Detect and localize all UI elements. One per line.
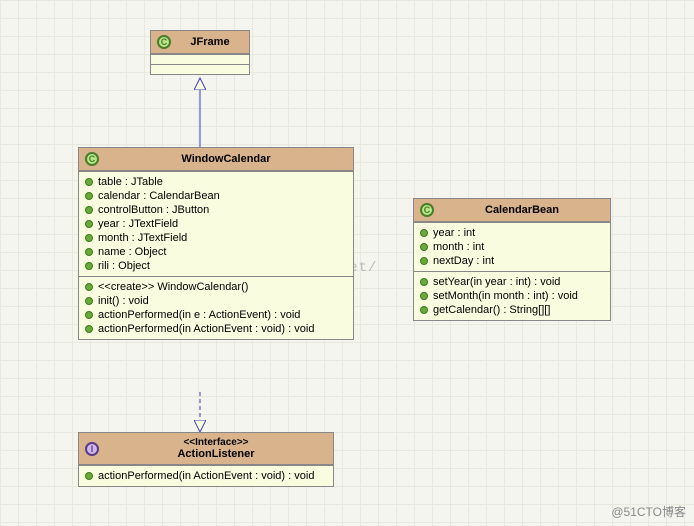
attribute-row: name : Object xyxy=(85,245,347,259)
visibility-icon xyxy=(85,325,93,333)
attr-text: calendar : CalendarBean xyxy=(98,190,220,202)
attributes-section: table : JTable calendar : CalendarBean c… xyxy=(79,171,353,276)
class-name: CalendarBean xyxy=(485,204,559,216)
operation-row: <<create>> WindowCalendar() xyxy=(85,280,347,294)
attr-text: month : JTextField xyxy=(98,232,187,244)
attr-text: rili : Object xyxy=(98,260,150,272)
op-text: setYear(in year : int) : void xyxy=(433,276,560,288)
class-calendarbean[interactable]: C CalendarBean year : int month : int ne… xyxy=(413,198,611,321)
operation-row: getCalendar() : String[][] xyxy=(420,303,604,317)
attribute-row: table : JTable xyxy=(85,175,347,189)
class-actionlistener[interactable]: I <<Interface>> ActionListener actionPer… xyxy=(78,432,334,487)
visibility-icon xyxy=(85,311,93,319)
operations-section xyxy=(151,64,249,74)
attribute-row: month : JTextField xyxy=(85,231,347,245)
visibility-icon xyxy=(85,206,93,214)
visibility-icon xyxy=(85,297,93,305)
attr-text: controlButton : JButton xyxy=(98,204,209,216)
operation-row: actionPerformed(in ActionEvent : void) :… xyxy=(85,322,347,336)
visibility-icon xyxy=(85,234,93,242)
op-text: actionPerformed(in e : ActionEvent) : vo… xyxy=(98,309,300,321)
op-text: actionPerformed(in ActionEvent : void) :… xyxy=(98,470,314,482)
operations-section: <<create>> WindowCalendar() init() : voi… xyxy=(79,276,353,339)
visibility-icon xyxy=(420,292,428,300)
stereotype: <<Interface>> xyxy=(183,437,248,448)
visibility-icon xyxy=(85,248,93,256)
attribute-row: controlButton : JButton xyxy=(85,203,347,217)
attribute-row: rili : Object xyxy=(85,259,347,273)
class-header: C WindowCalendar xyxy=(79,148,353,171)
op-text: <<create>> WindowCalendar() xyxy=(98,281,248,293)
operation-row: init() : void xyxy=(85,294,347,308)
attribute-row: calendar : CalendarBean xyxy=(85,189,347,203)
footer-brand: @51CTO博客 xyxy=(611,503,686,520)
class-icon: C xyxy=(420,203,434,217)
class-windowcalendar[interactable]: C WindowCalendar table : JTable calendar… xyxy=(78,147,354,340)
operation-row: setYear(in year : int) : void xyxy=(420,275,604,289)
class-icon: C xyxy=(157,35,171,49)
class-header: C JFrame xyxy=(151,31,249,54)
class-name: WindowCalendar xyxy=(181,153,270,165)
class-name: JFrame xyxy=(190,36,229,48)
op-text: getCalendar() : String[][] xyxy=(433,304,550,316)
visibility-icon xyxy=(85,178,93,186)
op-text: setMonth(in month : int) : void xyxy=(433,290,578,302)
attr-text: table : JTable xyxy=(98,176,163,188)
attr-text: year : JTextField xyxy=(98,218,178,230)
interface-icon: I xyxy=(85,442,99,456)
visibility-icon xyxy=(85,262,93,270)
class-header: I <<Interface>> ActionListener xyxy=(79,433,333,465)
attributes-section: year : int month : int nextDay : int xyxy=(414,222,610,271)
visibility-icon xyxy=(85,472,93,480)
class-icon: C xyxy=(85,152,99,166)
attribute-row: year : JTextField xyxy=(85,217,347,231)
visibility-icon xyxy=(420,229,428,237)
op-text: init() : void xyxy=(98,295,149,307)
attribute-row: month : int xyxy=(420,240,604,254)
attr-text: name : Object xyxy=(98,246,166,258)
visibility-icon xyxy=(420,278,428,286)
attr-text: nextDay : int xyxy=(433,255,494,267)
attribute-row: nextDay : int xyxy=(420,254,604,268)
operations-section: actionPerformed(in ActionEvent : void) :… xyxy=(79,465,333,486)
operations-section: setYear(in year : int) : void setMonth(i… xyxy=(414,271,610,320)
visibility-icon xyxy=(85,283,93,291)
class-name: ActionListener xyxy=(177,448,254,460)
attr-text: year : int xyxy=(433,227,475,239)
visibility-icon xyxy=(85,220,93,228)
attribute-row: year : int xyxy=(420,226,604,240)
visibility-icon xyxy=(420,306,428,314)
op-text: actionPerformed(in ActionEvent : void) :… xyxy=(98,323,314,335)
class-jframe[interactable]: C JFrame xyxy=(150,30,250,75)
visibility-icon xyxy=(420,257,428,265)
operation-row: setMonth(in month : int) : void xyxy=(420,289,604,303)
attributes-section xyxy=(151,54,249,64)
attr-text: month : int xyxy=(433,241,484,253)
operation-row: actionPerformed(in ActionEvent : void) :… xyxy=(85,469,327,483)
class-header: C CalendarBean xyxy=(414,199,610,222)
operation-row: actionPerformed(in e : ActionEvent) : vo… xyxy=(85,308,347,322)
visibility-icon xyxy=(420,243,428,251)
visibility-icon xyxy=(85,192,93,200)
